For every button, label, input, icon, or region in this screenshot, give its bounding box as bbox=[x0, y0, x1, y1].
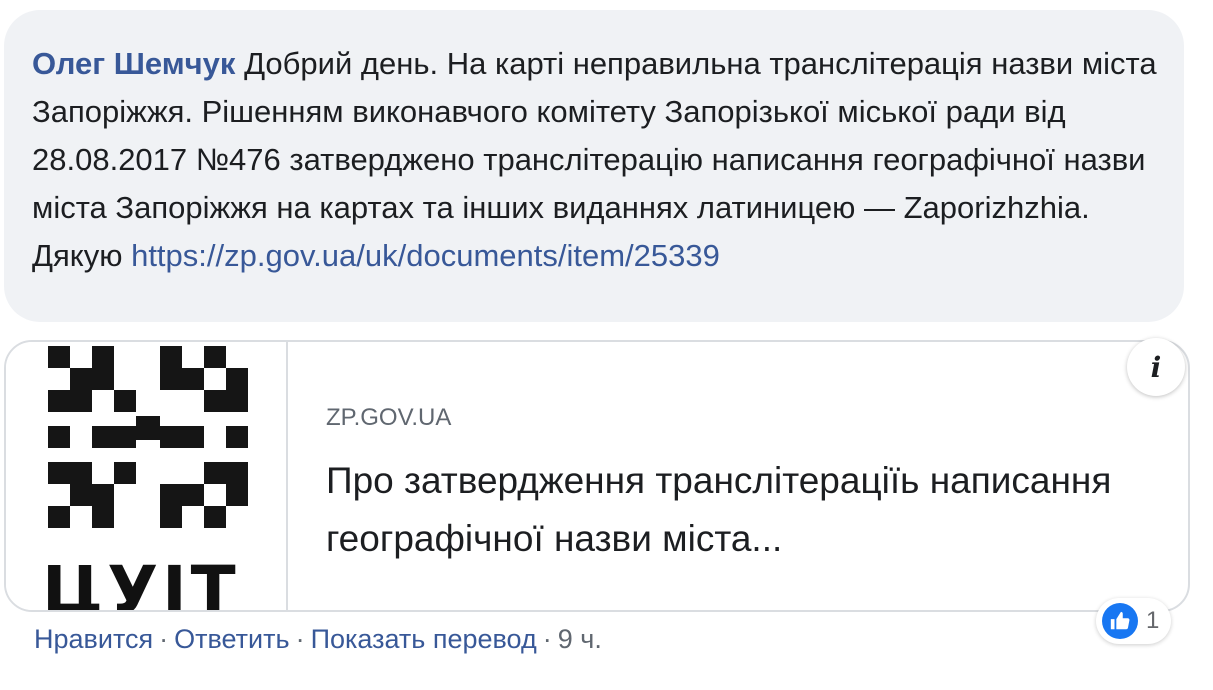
thumbs-up-icon bbox=[1102, 603, 1138, 639]
reaction-summary[interactable]: 1 bbox=[1096, 598, 1172, 644]
ornament-logo-image bbox=[48, 346, 248, 528]
link-preview-title[interactable]: Про затвердження транслітераціїь написан… bbox=[326, 452, 1146, 568]
reply-action[interactable]: Ответить bbox=[174, 624, 289, 654]
comment-container: Олег Шемчук Добрий день. На карті неправ… bbox=[0, 0, 1213, 690]
link-preview-thumbnail: ЦУІТ bbox=[6, 342, 288, 610]
thumbnail-logo-text: ЦУІТ bbox=[42, 552, 240, 610]
translate-action[interactable]: Показать перевод bbox=[311, 624, 537, 654]
link-preview-card[interactable]: ЦУІТ ZP.GOV.UA Про затвердження трансліт… bbox=[4, 340, 1190, 612]
comment-link[interactable]: https://zp.gov.ua/uk/documents/item/2533… bbox=[131, 238, 720, 273]
separator-dot: · bbox=[159, 624, 169, 654]
reaction-count: 1 bbox=[1146, 607, 1160, 634]
comment-actions: Нравится · Ответить · Показать перевод · 9 ч. bbox=[34, 624, 602, 655]
info-icon: i bbox=[1150, 350, 1162, 384]
comment-bubble: Олег Шемчук Добрий день. На карті неправ… bbox=[4, 10, 1184, 322]
info-button[interactable]: i bbox=[1127, 338, 1185, 396]
separator-dot: · bbox=[295, 624, 305, 654]
comment-timestamp[interactable]: 9 ч. bbox=[558, 624, 602, 654]
comment-author[interactable]: Олег Шемчук bbox=[32, 46, 235, 81]
link-preview-domain: ZP.GOV.UA bbox=[326, 404, 452, 431]
like-action[interactable]: Нравится bbox=[34, 624, 153, 654]
separator-dot: · bbox=[542, 624, 552, 654]
